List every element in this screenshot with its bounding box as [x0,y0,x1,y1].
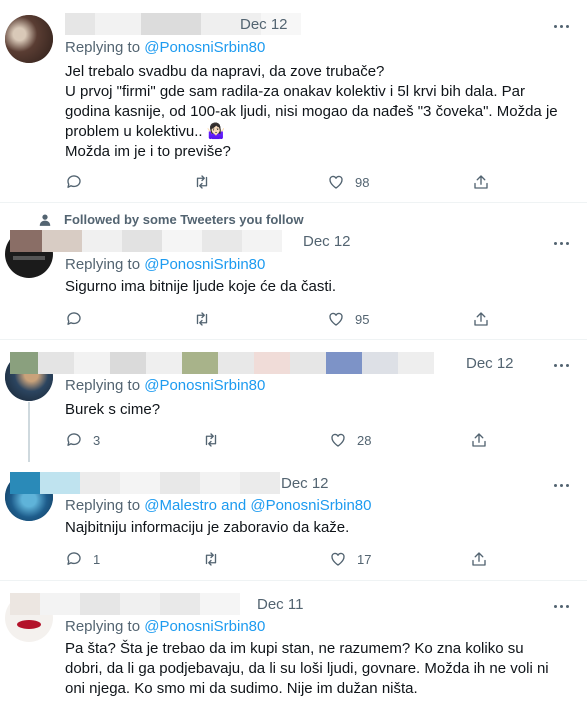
retweet-icon [205,433,217,447]
like-count: 95 [355,311,370,327]
avatar[interactable] [5,15,53,63]
like-button[interactable]: 98 [327,172,369,192]
author-name-redacted[interactable] [10,352,434,374]
mention-link[interactable]: @PonosniSrbin80 [144,256,265,273]
replying-to-label: Replying to [65,377,141,394]
replying-to: Replying to @PonosniSrbin80 [65,618,265,635]
tweet[interactable]: Dec 11 Replying to @PonosniSrbin80 Pa št… [0,581,587,714]
replying-to-label: Replying to [65,618,141,635]
tweet-date[interactable]: Dec 12 [240,16,288,33]
more-options-icon[interactable] [551,596,571,616]
tweet-actions: 1 17 [65,549,525,569]
tweet-actions: 95 [65,309,525,329]
tweet-date[interactable]: Dec 11 [257,596,303,613]
heart-icon [331,552,345,566]
replying-to: Replying to @PonosniSrbin80 [65,39,265,56]
share-button[interactable] [470,430,488,450]
tweet-text: Jel trebalo svadbu da napravi, da zove t… [65,63,558,160]
retweet-icon [196,312,208,326]
author-name-redacted[interactable] [10,593,240,615]
tweet[interactable]: Dec 12 Replying to @PonosniSrbin80 Burek… [0,340,587,462]
replying-to: Replying to @PonosniSrbin80 [65,256,265,273]
mention-link[interactable]: @PonosniSrbin80 [144,618,265,635]
more-options-icon[interactable] [551,355,571,375]
like-count: 98 [355,174,370,190]
replying-to-and: and [221,497,247,514]
tweet-text: Burek s cime? [65,401,161,418]
author-name-redacted[interactable] [10,472,280,494]
tweet[interactable]: Dec 12 Replying to @PonosniSrbin80 Jel t… [0,0,587,203]
share-icon [474,312,488,326]
share-icon [472,552,486,566]
retweet-button[interactable] [193,309,221,329]
mention-link[interactable]: @PonosniSrbin80 [250,497,371,514]
tweet[interactable]: Dec 12 Replying to @Malestro and @Ponosn… [0,460,587,581]
tweet[interactable]: Dec 12 Replying to @PonosniSrbin80 Sigur… [0,203,587,340]
tweet-text: Sigurno ima bitnije ljude koje će da čas… [65,278,336,295]
more-options-icon[interactable] [551,16,571,36]
like-button[interactable]: 95 [327,309,369,329]
like-button[interactable]: 28 [329,430,371,450]
thread-line [28,402,30,462]
author-name-redacted[interactable] [10,230,282,252]
like-count: 28 [357,432,372,448]
retweet-button[interactable] [202,549,230,569]
mention-link[interactable]: @Malestro [144,497,217,514]
replying-to-label: Replying to [65,256,141,273]
heart-icon [329,312,343,326]
tweet-text: Pa šta? Šta je trebao da im kupi stan, n… [65,640,549,697]
reply-icon [67,433,81,446]
retweet-button[interactable] [193,172,221,192]
tweet-actions: 98 [65,172,525,192]
share-button[interactable] [470,549,488,569]
tweet-actions: 3 28 [65,430,525,450]
reply-button[interactable]: 1 [65,549,100,569]
replying-to: Replying to @Malestro and @PonosniSrbin8… [65,497,371,514]
reply-button[interactable] [65,309,93,329]
reply-count: 1 [93,551,101,567]
tweet-date[interactable]: Dec 12 [303,233,351,250]
heart-icon [329,175,343,189]
retweet-icon [205,552,217,566]
tweet-date[interactable]: Dec 12 [281,475,329,492]
like-count: 17 [357,551,372,567]
reply-button[interactable]: 3 [65,430,100,450]
like-button[interactable]: 17 [329,549,371,569]
retweet-icon [196,175,208,189]
share-button[interactable] [472,172,490,192]
reply-button[interactable] [65,172,93,192]
share-icon [474,175,488,189]
retweet-button[interactable] [202,430,230,450]
tweet-text: Najbitniju informaciju je zaboravio da k… [65,519,350,536]
more-options-icon[interactable] [551,475,571,495]
more-options-icon[interactable] [551,233,571,253]
replying-to-label: Replying to [65,497,141,514]
replying-to-label: Replying to [65,39,141,56]
share-icon [472,433,486,447]
heart-icon [331,433,345,447]
reply-icon [67,175,81,188]
mention-link[interactable]: @PonosniSrbin80 [144,39,265,56]
share-button[interactable] [472,309,490,329]
reply-icon [67,312,81,325]
replying-to: Replying to @PonosniSrbin80 [65,377,265,394]
reply-icon [67,552,81,565]
mention-link[interactable]: @PonosniSrbin80 [144,377,265,394]
tweet-date[interactable]: Dec 12 [466,355,514,372]
reply-count: 3 [93,432,101,448]
